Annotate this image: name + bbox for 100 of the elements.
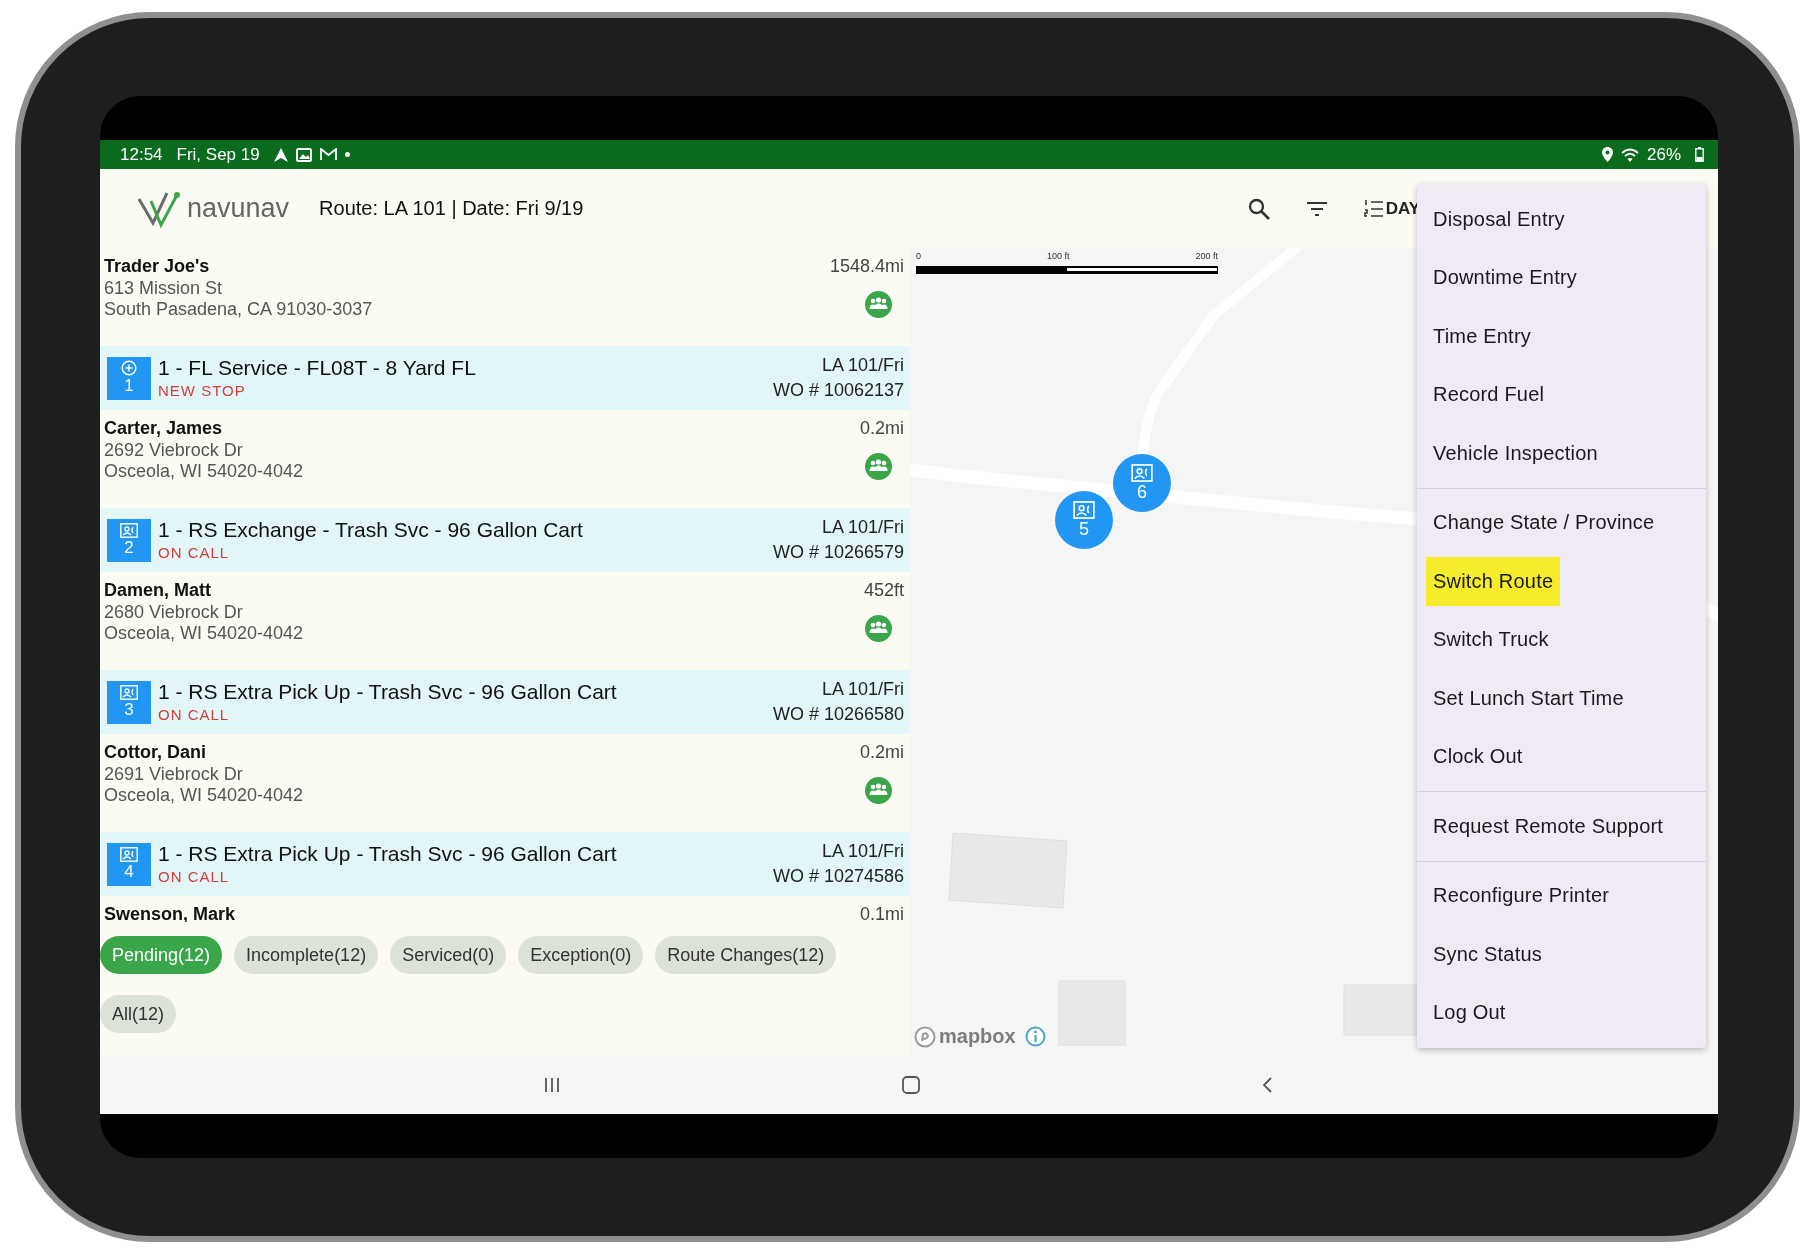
customer-row[interactable]: Swenson, Mark 0.1mi: [100, 896, 910, 922]
menu-item[interactable]: Request Remote Support: [1426, 801, 1671, 851]
menu-item[interactable]: Switch Truck: [1426, 615, 1556, 665]
group-icon: [865, 291, 892, 318]
menu-item[interactable]: Reconfigure Printer: [1426, 871, 1617, 921]
work-order-number: WO # 10062137: [772, 379, 904, 402]
stop-number-badge: 2: [107, 518, 151, 562]
group-icon: [865, 453, 892, 480]
scale-label: 200 ft: [1195, 251, 1218, 263]
contact-card-icon: [120, 684, 138, 700]
customer-name: Trader Joe's: [104, 255, 211, 278]
menu-item[interactable]: Disposal Entry: [1426, 194, 1572, 244]
contact-card-icon: [1131, 464, 1153, 482]
menu-item[interactable]: Downtime Entry: [1426, 253, 1584, 303]
customer-name: Damen, Matt: [104, 579, 212, 602]
distance: 1548.4mi: [829, 255, 904, 278]
customer-name: Swenson, Mark: [104, 903, 236, 922]
menu-item[interactable]: Sync Status: [1426, 929, 1549, 979]
day-view-button[interactable]: DAY: [1363, 197, 1420, 220]
contact-card-icon: [120, 846, 138, 862]
distance: 0.2mi: [860, 741, 904, 764]
customer-row[interactable]: Cottor, Dani 2691 Viebrock Dr Osceola, WI 54020-4042 0.2mi: [100, 734, 910, 832]
battery-icon: [1695, 147, 1704, 162]
notification-dot-icon: [344, 152, 350, 157]
wifi-icon: [1620, 147, 1639, 162]
filter-chip[interactable]: Exception(0): [518, 936, 644, 974]
plus-circle-icon: [121, 360, 137, 376]
menu-item[interactable]: Set Lunch Start Time: [1426, 673, 1631, 723]
back-icon[interactable]: [1261, 1075, 1275, 1094]
customer-row[interactable]: Carter, James 2692 Viebrock Dr Osceola, WI 54020-4042 0.2mi: [100, 410, 910, 508]
stop-number-badge: 1: [107, 356, 151, 400]
route-day: LA 101/Fri: [821, 353, 904, 378]
stop-number-badge: 4: [107, 842, 151, 886]
filter-chip[interactable]: All(12): [100, 995, 176, 1033]
status-time: 12:54: [120, 144, 163, 165]
filter-chip[interactable]: Incomplete(12): [234, 936, 379, 974]
stop-status: ON CALL: [158, 543, 231, 563]
service-title: 1 - RS Extra Pick Up - Trash Svc - 96 Gallon Cart: [158, 679, 618, 705]
distance: 0.1mi: [860, 903, 904, 922]
customer-address: 613 Mission St: [104, 278, 224, 299]
route-title: Route: LA 101 | Date: Fri 9/19: [319, 197, 584, 220]
work-order-row[interactable]: 1 1 - FL Service - FL08T - 8 Yard FL NEW STOP LA 101/Fri WO # 10062137: [100, 346, 910, 410]
customer-address: 2680 Viebrock Dr: [104, 602, 244, 623]
recent-apps-icon[interactable]: [543, 1075, 561, 1094]
battery-percent: 26%: [1646, 144, 1681, 165]
navigation-arrow-icon: [273, 147, 288, 162]
work-order-number: WO # 10266579: [772, 541, 904, 564]
filter-icon[interactable]: [1305, 200, 1328, 217]
scale-label: 0: [916, 251, 921, 263]
customer-name: Carter, James: [104, 417, 224, 440]
route-day: LA 101/Fri: [821, 677, 904, 702]
work-order-number: WO # 10266580: [772, 703, 904, 726]
customer-row[interactable]: Damen, Matt 2680 Viebrock Dr Osceola, WI 54020-4042 452ft: [100, 572, 910, 670]
scale-label: 100 ft: [1046, 251, 1070, 263]
stop-status: ON CALL: [158, 705, 231, 725]
menu-item[interactable]: Switch Route: [1426, 556, 1561, 606]
map-attribution: mapbox: [939, 1025, 1016, 1048]
customer-name: Cottor, Dani: [104, 741, 207, 764]
work-order-row[interactable]: 4 1 - RS Extra Pick Up - Trash Svc - 96 Gallon Cart ON CALL LA 101/Fri WO # 10274586: [100, 832, 910, 896]
image-icon: [295, 147, 312, 162]
info-icon[interactable]: [1024, 1026, 1046, 1047]
work-order-row[interactable]: 3 1 - RS Extra Pick Up - Trash Svc - 96 Gallon Cart ON CALL LA 101/Fri WO # 10266580: [100, 670, 910, 734]
mapbox-logo-icon: [914, 1025, 936, 1048]
menu-item[interactable]: Change State / Province: [1426, 498, 1662, 548]
numbered-list-icon: [1363, 197, 1384, 220]
work-order-row[interactable]: 2 1 - RS Exchange - Trash Svc - 96 Gallon Cart ON CALL LA 101/Fri WO # 10266579: [100, 508, 910, 572]
service-title: 1 - RS Extra Pick Up - Trash Svc - 96 Gallon Cart: [158, 841, 618, 867]
contact-card-icon: [120, 522, 138, 538]
customer-address: South Pasadena, CA 91030-3037: [104, 299, 373, 320]
customer-address: Osceola, WI 54020-4042: [104, 623, 304, 644]
customer-address: Osceola, WI 54020-4042: [104, 785, 304, 806]
route-day: LA 101/Fri: [821, 515, 904, 540]
status-date: Fri, Sep 19: [176, 144, 260, 165]
menu-item[interactable]: Record Fuel: [1426, 370, 1552, 420]
contact-card-icon: [1073, 501, 1095, 519]
location-pin-icon: [1601, 147, 1613, 162]
filter-chip[interactable]: Serviced(0): [390, 936, 507, 974]
menu-item[interactable]: Clock Out: [1426, 732, 1530, 782]
distance: 0.2mi: [860, 417, 904, 440]
menu-item[interactable]: Time Entry: [1426, 311, 1538, 361]
filter-chip[interactable]: Route Changes(12): [655, 936, 837, 974]
stop-status: ON CALL: [158, 867, 231, 887]
distance: 452ft: [863, 579, 904, 602]
customer-address: 2691 Viebrock Dr: [104, 764, 244, 785]
route-day: LA 101/Fri: [821, 839, 904, 864]
menu-item[interactable]: Vehicle Inspection: [1426, 428, 1605, 478]
customer-row[interactable]: Trader Joe's 613 Mission St South Pasadena, CA 91030-3037 1548.4mi: [100, 248, 910, 346]
service-title: 1 - RS Exchange - Trash Svc - 96 Gallon Cart: [158, 517, 584, 543]
service-title: 1 - FL Service - FL08T - 8 Yard FL: [158, 355, 477, 381]
stop-status: NEW STOP: [158, 381, 247, 401]
group-icon: [865, 615, 892, 642]
menu-item[interactable]: Log Out: [1426, 988, 1513, 1038]
logo-text: navunav: [187, 193, 290, 224]
customer-address: Osceola, WI 54020-4042: [104, 461, 304, 482]
search-icon[interactable]: [1247, 197, 1270, 220]
group-icon: [865, 777, 892, 804]
customer-address: 2692 Viebrock Dr: [104, 440, 244, 461]
stop-number-badge: 3: [107, 680, 151, 724]
home-icon[interactable]: [901, 1074, 921, 1095]
mail-icon: [319, 148, 337, 161]
